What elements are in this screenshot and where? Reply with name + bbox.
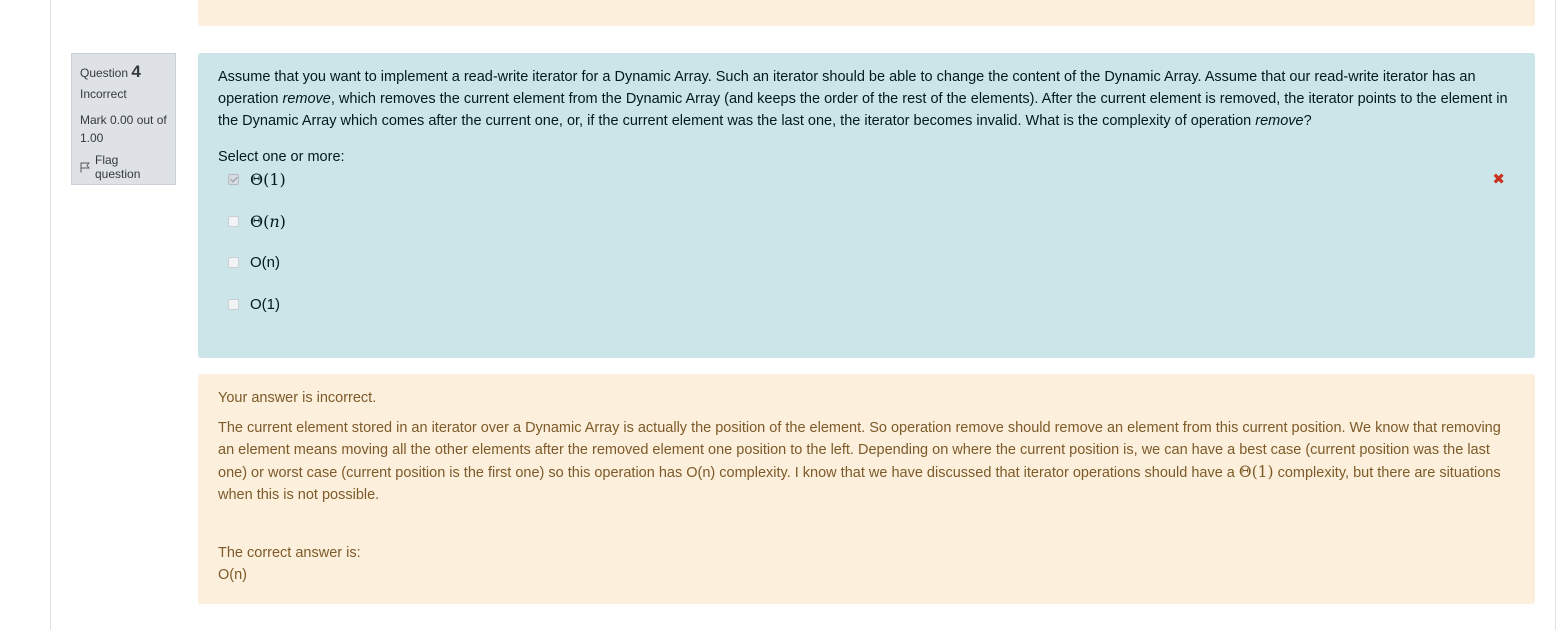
flag-question-label: Flag question <box>95 153 141 181</box>
question-formulation: Assume that you want to implement a read… <box>198 53 1535 358</box>
incorrect-icon: ✖ <box>1492 171 1505 188</box>
option-label-theta-1: Θ(1) <box>250 170 286 189</box>
right-answer-value: O(n) <box>218 567 247 583</box>
flag-icon <box>80 162 90 173</box>
answer-option-theta-1[interactable]: Θ(1) ✖ <box>218 170 1515 212</box>
right-divider <box>1555 0 1556 630</box>
answer-option-o-n[interactable]: O(n) <box>218 253 1515 295</box>
checkbox-theta-n[interactable] <box>228 215 239 227</box>
grade-line-1: Mark 0.00 out of <box>80 113 167 127</box>
feedback-panel: Your answer is incorrect. The current el… <box>198 374 1535 604</box>
specific-feedback: Your answer is incorrect. <box>218 390 377 406</box>
checkbox-theta-1[interactable] <box>228 174 239 185</box>
answer-option-o-1[interactable]: O(1) <box>218 295 1515 337</box>
general-feedback: The current element stored in an iterato… <box>218 420 1501 503</box>
checkbox-o-1[interactable] <box>228 298 239 310</box>
grade-line-2: 1.00 <box>80 131 104 145</box>
question-grade: Mark 0.00 out of 1.00 <box>80 111 167 147</box>
question-info-panel: Question 4 Incorrect Mark 0.00 out of 1.… <box>71 53 176 185</box>
question-label: Question <box>80 66 129 80</box>
question-text: Assume that you want to implement a read… <box>218 69 1508 129</box>
right-answer-label: The correct answer is: <box>218 545 361 561</box>
answer-options: Θ(1) ✖ Θ(n) O(n) O(1) <box>218 170 1515 336</box>
option-label-o-1: O(1) <box>250 295 280 313</box>
answer-prompt: Select one or more: <box>218 149 345 165</box>
checkbox-o-n[interactable] <box>228 257 239 268</box>
question-state: Incorrect <box>80 87 127 101</box>
previous-question-feedback <box>198 0 1535 26</box>
flag-question-button[interactable]: Flag question <box>80 153 167 181</box>
answer-option-theta-n[interactable]: Θ(n) <box>218 212 1515 254</box>
option-label-theta-n: Θ(n) <box>250 211 286 231</box>
right-answer: The correct answer is: O(n) <box>218 542 1515 586</box>
question-number-value: 4 <box>131 62 141 81</box>
question-number: Question 4 <box>80 62 167 82</box>
option-label-o-n: O(n) <box>250 254 280 271</box>
left-divider <box>50 0 51 630</box>
